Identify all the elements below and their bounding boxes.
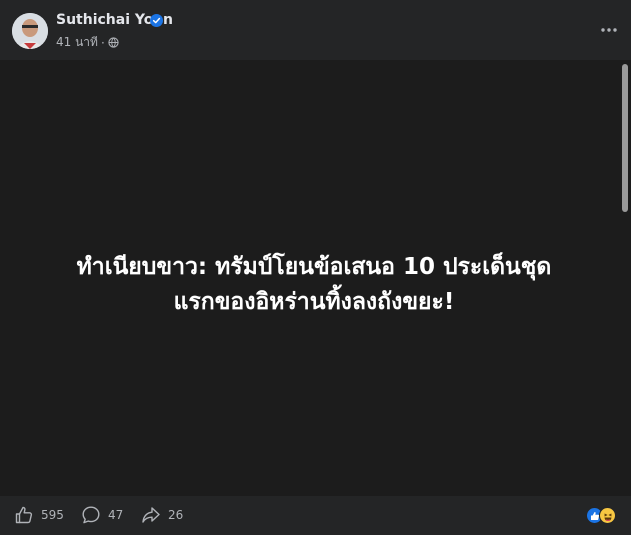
reaction-summary[interactable] (586, 505, 620, 525)
post-header: Suthichai Yoon 41 นาที · (0, 0, 631, 60)
scrollbar-thumb[interactable] (622, 64, 628, 212)
thumbs-up-icon (15, 506, 33, 524)
headline-line-1: ทำเนียบขาว: ทรัมป์โยนข้อเสนอ 10 ประเด็นช… (76, 254, 552, 280)
post-headline: ทำเนียบขาว: ทรัมป์โยนข้อเสนอ 10 ประเด็นช… (16, 250, 612, 320)
like-button[interactable]: 595 (14, 504, 64, 526)
verified-badge-icon (150, 14, 163, 27)
post-card: Suthichai Yoon 41 นาที · ทำเนียบขาว: ทรั… (0, 0, 631, 535)
more-options-button[interactable] (597, 18, 621, 42)
share-arrow-icon (142, 507, 160, 523)
globe-icon[interactable] (108, 37, 119, 48)
like-count: 595 (41, 508, 64, 522)
headline-line-2: แรกของอิหร่านทิ้งลงถังขยะ! (173, 289, 455, 315)
author-avatar[interactable] (12, 13, 48, 49)
comment-count: 47 (108, 508, 124, 522)
post-meta: 41 นาที · (56, 33, 119, 52)
more-options-icon (601, 28, 617, 32)
post-time[interactable]: 41 นาที (56, 33, 98, 52)
share-count: 26 (168, 508, 184, 522)
scrollbar-track[interactable] (619, 60, 631, 496)
comment-button[interactable]: 47 (81, 504, 123, 526)
post-footer: 595 47 26 (0, 496, 631, 535)
share-button[interactable]: 26 (141, 504, 183, 526)
post-media[interactable]: ทำเนียบขาว: ทรัมป์โยนข้อเสนอ 10 ประเด็นช… (0, 60, 631, 496)
comment-bubble-icon (82, 506, 100, 524)
meta-separator: · (100, 35, 105, 50)
haha-reaction-icon (599, 507, 616, 524)
